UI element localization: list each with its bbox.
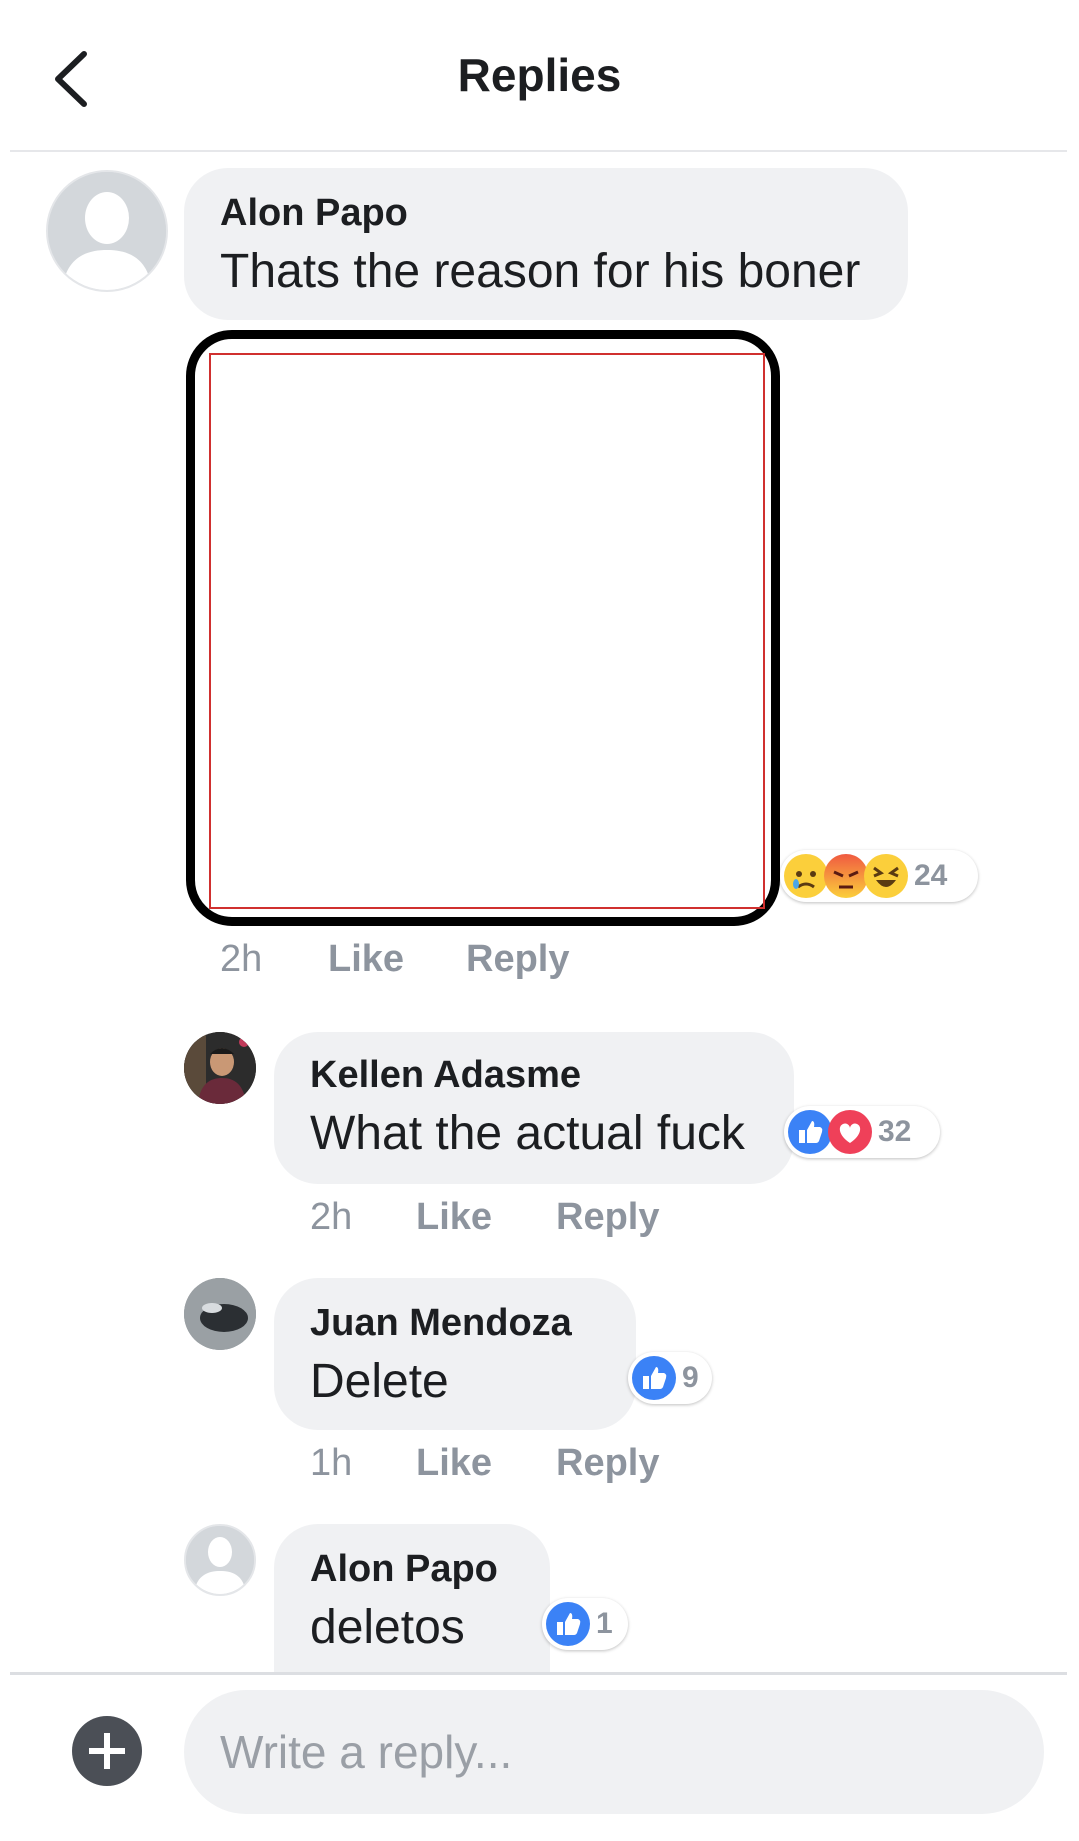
default-avatar-icon [186, 1526, 254, 1594]
like-button[interactable]: Like [416, 1196, 492, 1239]
plus-icon [89, 1733, 125, 1769]
page-title: Replies [457, 49, 622, 101]
comment-author[interactable]: Alon Papo [310, 1548, 498, 1591]
comment-text: deletos [310, 1601, 465, 1654]
like-icon [632, 1356, 676, 1400]
comment-time: 2h [310, 1196, 353, 1238]
reaction-count: 24 [914, 859, 948, 892]
reply-button[interactable]: Reply [466, 938, 569, 981]
composer-divider [10, 1672, 1067, 1675]
reactions-summary[interactable]: 9 [628, 1352, 712, 1404]
image-placeholder-frame [209, 353, 765, 909]
profile-photo-icon [184, 1278, 256, 1350]
reactions-summary[interactable]: 24 [780, 850, 978, 902]
add-attachment-button[interactable] [72, 1716, 142, 1786]
reaction-count: 1 [596, 1607, 613, 1640]
avatar[interactable] [184, 1524, 256, 1596]
profile-photo-icon [184, 1032, 256, 1104]
comment-author[interactable]: Kellen Adasme [310, 1054, 581, 1097]
comment-text: What the actual fuck [310, 1107, 745, 1160]
comment-text: Delete [310, 1355, 449, 1408]
comment-image[interactable] [186, 330, 780, 926]
comment-bubble[interactable]: Alon Papo Thats the reason for his boner [184, 168, 908, 320]
comment-time: 2h [220, 938, 263, 980]
haha-icon [864, 854, 908, 898]
comment-bubble[interactable]: Alon Papo deletos [274, 1524, 550, 1672]
reply-button[interactable]: Reply [556, 1196, 659, 1239]
love-icon [828, 1110, 872, 1154]
reactions-summary[interactable]: 1 [542, 1598, 628, 1650]
avatar[interactable] [184, 1032, 256, 1104]
reply-button[interactable]: Reply [556, 1442, 659, 1485]
sad-icon [784, 854, 828, 898]
like-icon [788, 1110, 832, 1154]
comment-bubble[interactable]: Juan Mendoza Delete [274, 1278, 636, 1430]
comment-time: 1h [310, 1442, 353, 1484]
reaction-count: 32 [878, 1115, 912, 1148]
comment-bubble[interactable]: Kellen Adasme What the actual fuck [274, 1032, 794, 1184]
angry-icon [824, 854, 868, 898]
comment-author[interactable]: Juan Mendoza [310, 1302, 572, 1345]
comment-author[interactable]: Alon Papo [220, 192, 408, 235]
comment-text: Thats the reason for his boner [220, 245, 861, 298]
reaction-count: 9 [682, 1361, 699, 1394]
reactions-summary[interactable]: 32 [784, 1106, 940, 1158]
like-button[interactable]: Like [416, 1442, 492, 1485]
header-divider [10, 150, 1067, 152]
avatar[interactable] [184, 1278, 256, 1350]
like-button[interactable]: Like [328, 938, 404, 981]
default-avatar-icon [48, 172, 166, 290]
avatar[interactable] [46, 170, 168, 292]
like-icon [546, 1602, 590, 1646]
header: Replies [0, 0, 1079, 150]
reply-input[interactable] [184, 1690, 1044, 1814]
